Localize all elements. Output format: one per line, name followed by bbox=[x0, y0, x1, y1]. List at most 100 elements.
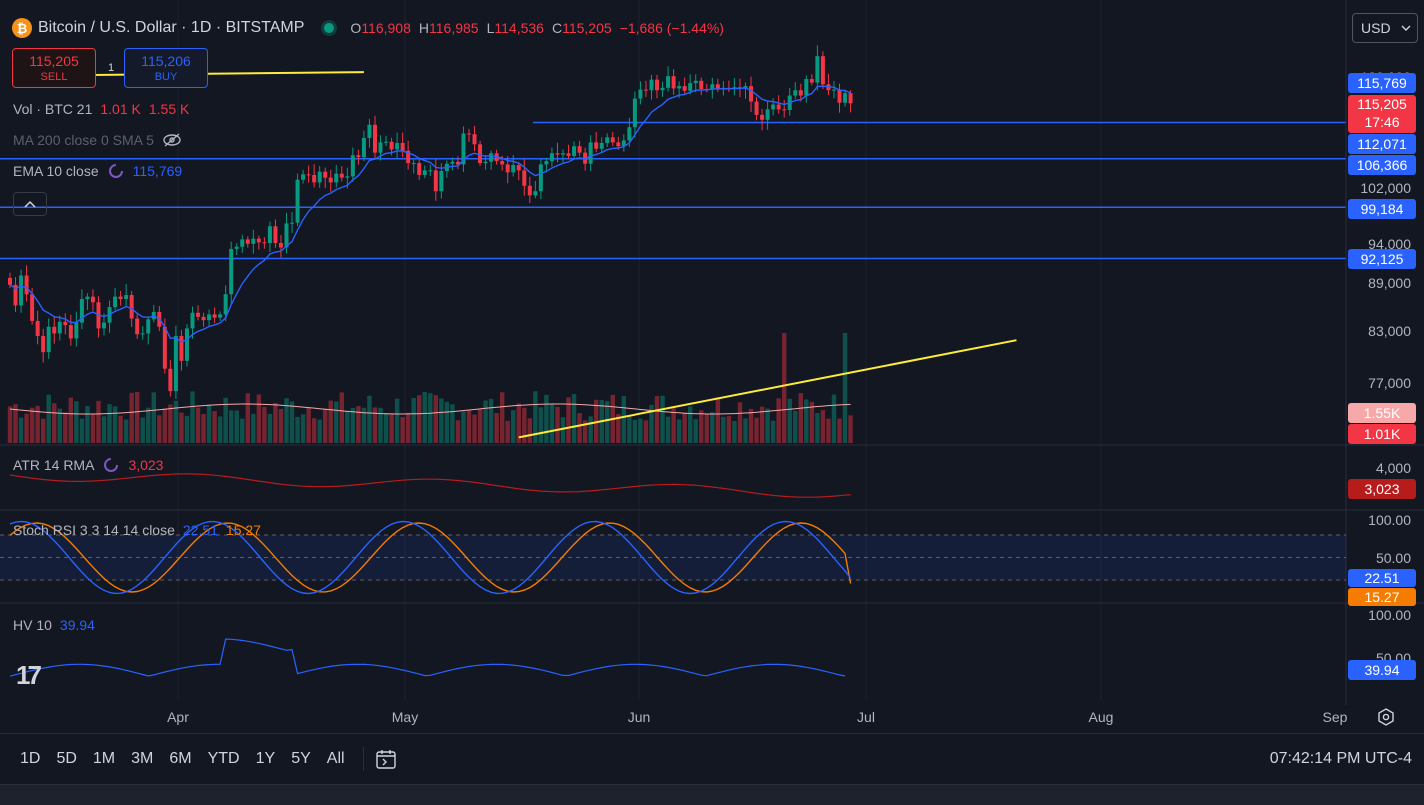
candle-body bbox=[24, 275, 29, 295]
candle-body bbox=[776, 104, 781, 110]
volume-bar bbox=[184, 415, 190, 443]
sell-button[interactable]: 115,205 SELL bbox=[12, 48, 96, 88]
candle-body bbox=[500, 161, 505, 165]
volume-bar bbox=[173, 400, 179, 443]
candle-body bbox=[284, 223, 289, 248]
gear-icon[interactable] bbox=[1378, 708, 1394, 726]
buy-button[interactable]: 115,206 BUY bbox=[124, 48, 208, 88]
volume-bar bbox=[389, 413, 394, 443]
open-value: 116,908 bbox=[361, 20, 411, 36]
ema-legend[interactable]: EMA 10 close 115,769 bbox=[13, 162, 182, 180]
volume-bar bbox=[660, 395, 665, 443]
candle-body bbox=[8, 277, 12, 285]
candle-body bbox=[129, 295, 134, 319]
candle-body bbox=[146, 319, 151, 334]
range-1m-button[interactable]: 1M bbox=[85, 750, 123, 768]
range-ytd-button[interactable]: YTD bbox=[200, 750, 248, 768]
volume-bar bbox=[57, 408, 62, 443]
candle-body bbox=[113, 296, 118, 308]
candle-body bbox=[52, 326, 57, 334]
stoch-k-badge: 22.51 bbox=[1364, 570, 1399, 586]
candle-body bbox=[234, 246, 239, 249]
gear-center bbox=[1382, 713, 1390, 721]
volume-bar bbox=[317, 419, 322, 443]
candle-body bbox=[207, 314, 212, 321]
symbol-title[interactable]: Bitcoin / U.S. Dollar · 1D · BITSTAMP bbox=[38, 19, 304, 37]
candle-body bbox=[433, 170, 438, 192]
range-1y-button[interactable]: 1Y bbox=[248, 750, 284, 768]
candle-body bbox=[85, 296, 90, 300]
volume-bar bbox=[643, 420, 649, 443]
candle-body bbox=[765, 109, 770, 120]
range-all-button[interactable]: All bbox=[319, 750, 353, 768]
volume-bar bbox=[455, 420, 461, 443]
clock-display[interactable]: 07:42:14 PM UTC-4 bbox=[1270, 734, 1412, 784]
volume-bar bbox=[367, 395, 372, 443]
price-axis[interactable]: 120,000102,00094,00089,00083,00077,0004,… bbox=[1348, 69, 1416, 680]
ema-line bbox=[9, 85, 851, 343]
gear-outline bbox=[1378, 708, 1394, 726]
collapse-legend-button[interactable] bbox=[13, 192, 47, 216]
volume-bar bbox=[273, 402, 278, 443]
volume-bar bbox=[815, 412, 820, 443]
time-tick: Aug bbox=[1089, 709, 1114, 725]
volume-bar bbox=[339, 392, 344, 443]
volume-bar bbox=[195, 407, 201, 443]
tradingview-logo-icon[interactable]: 17 bbox=[16, 660, 42, 691]
ma200-legend[interactable]: MA 200 close 0 SMA 5 bbox=[13, 132, 182, 148]
volume-bar bbox=[671, 406, 676, 443]
price-tick: 89,000 bbox=[1368, 275, 1411, 291]
volume-bar bbox=[7, 406, 13, 443]
ema-legend-label: EMA 10 close bbox=[13, 163, 99, 179]
hv-legend[interactable]: HV 10 39.94 bbox=[13, 617, 95, 633]
market-status-icon[interactable] bbox=[324, 23, 335, 33]
range-1d-button[interactable]: 1D bbox=[12, 750, 48, 768]
go-to-date-icon[interactable] bbox=[374, 747, 398, 771]
chart-canvas[interactable]: 120,000102,00094,00089,00083,00077,0004,… bbox=[0, 0, 1424, 733]
range-5y-button[interactable]: 5Y bbox=[283, 750, 319, 768]
volume-bar bbox=[433, 395, 439, 443]
volume-bar bbox=[79, 418, 85, 443]
stoch-legend[interactable]: Stoch RSI 3 3 14 14 close 22.51 15.27 bbox=[13, 522, 261, 538]
candle-body bbox=[339, 173, 344, 178]
bottom-panel-tabs[interactable] bbox=[0, 784, 1424, 805]
atr-legend[interactable]: ATR 14 RMA 3,023 bbox=[13, 456, 163, 474]
candle-body bbox=[356, 155, 361, 158]
candle-body bbox=[527, 185, 532, 196]
candle-body bbox=[317, 171, 322, 183]
range-5d-button[interactable]: 5D bbox=[48, 750, 84, 768]
volume-ma-legend-value: 1.55 K bbox=[148, 101, 190, 117]
candle-body bbox=[63, 321, 68, 326]
range-3m-button[interactable]: 3M bbox=[123, 750, 161, 768]
volume-bar bbox=[24, 413, 29, 443]
range-6m-button[interactable]: 6M bbox=[161, 750, 199, 768]
sell-label: SELL bbox=[40, 71, 68, 83]
volume-bar bbox=[151, 392, 156, 443]
volume-bar bbox=[715, 397, 721, 443]
volume-bar bbox=[262, 406, 267, 443]
horizontal-levels[interactable] bbox=[0, 121, 1346, 260]
candle-body bbox=[561, 153, 565, 155]
volume-bar bbox=[295, 416, 300, 443]
candle-body bbox=[350, 155, 355, 177]
hv-legend-label: HV 10 bbox=[13, 617, 52, 633]
symbol-header[interactable]: ₿ Bitcoin / U.S. Dollar · 1D · BITSTAMP … bbox=[12, 16, 724, 40]
candle-body bbox=[417, 163, 422, 176]
eye-hidden-icon[interactable] bbox=[162, 132, 182, 148]
candle-body bbox=[666, 76, 671, 88]
time-axis[interactable]: Apr May Jun Jul Aug Sep bbox=[167, 708, 1394, 726]
trendlines[interactable] bbox=[32, 71, 1017, 439]
volume-legend[interactable]: Vol · BTC 21 1.01 K 1.55 K bbox=[13, 101, 189, 117]
volume-bar bbox=[96, 400, 101, 443]
volume-bar bbox=[311, 418, 317, 443]
close-value: 115,205 bbox=[562, 20, 612, 36]
stoch-k-legend-value: 22.51 bbox=[182, 522, 218, 538]
currency-select[interactable]: USD bbox=[1352, 13, 1418, 43]
volume-bar bbox=[704, 414, 709, 443]
atr-tick: 4,000 bbox=[1376, 460, 1411, 476]
candle-body bbox=[184, 328, 189, 361]
candle-body bbox=[273, 226, 278, 244]
candle-body bbox=[389, 141, 394, 150]
candle-body bbox=[173, 335, 178, 392]
volume-bar bbox=[699, 410, 704, 443]
